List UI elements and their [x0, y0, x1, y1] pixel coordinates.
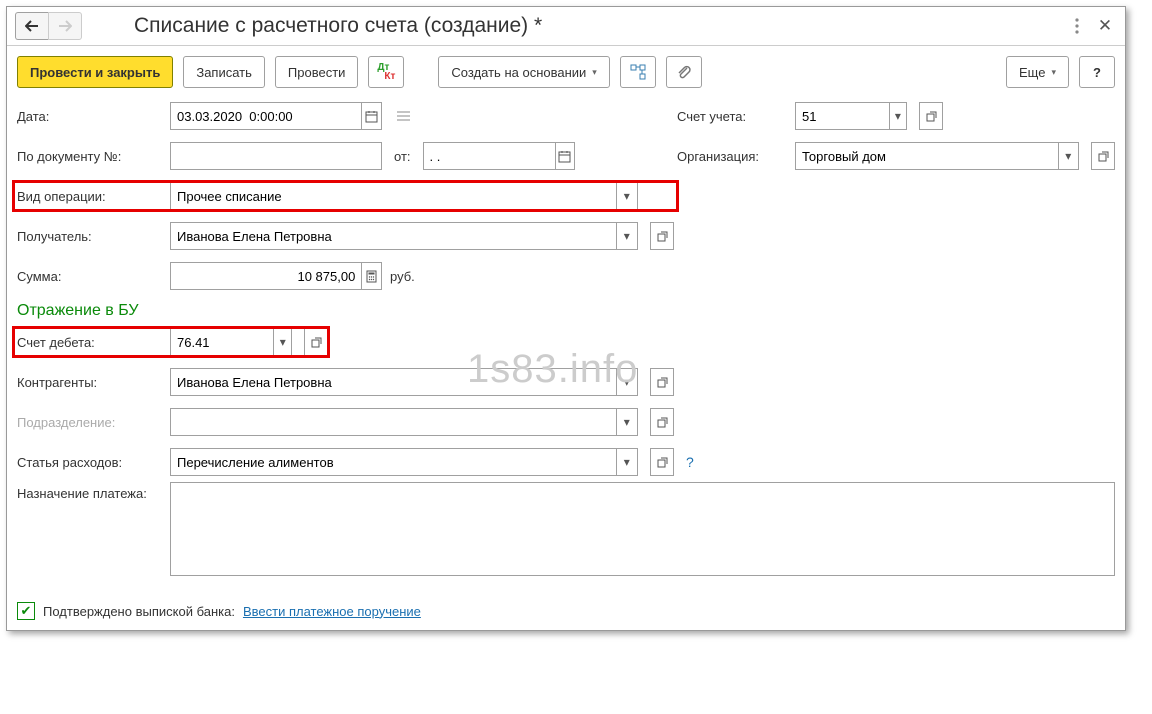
confirmed-checkbox[interactable]: ✔ [17, 602, 35, 620]
create-based-on-button[interactable]: Создать на основании ▾ [438, 56, 609, 88]
docno-from-label: от: [394, 149, 411, 164]
date-input[interactable] [171, 103, 361, 129]
docno-input[interactable] [171, 143, 381, 169]
help-hint-icon[interactable]: ? [686, 454, 694, 470]
dropdown-icon[interactable]: ▾ [616, 183, 637, 209]
dropdown-icon[interactable]: ▾ [889, 103, 906, 129]
docno-date-input[interactable] [424, 143, 555, 169]
debit-input[interactable] [171, 329, 273, 355]
open-icon[interactable] [650, 368, 674, 396]
close-button[interactable]: ✕ [1093, 14, 1117, 38]
nav-back-button[interactable] [15, 12, 48, 40]
enter-payment-order-link[interactable]: Ввести платежное поручение [243, 604, 421, 619]
currency-label: руб. [390, 269, 415, 284]
optype-label: Вид операции: [17, 189, 162, 204]
date-label: Дата: [17, 109, 162, 124]
purpose-label: Назначение платежа: [17, 482, 162, 501]
open-icon[interactable] [919, 102, 943, 130]
dept-input[interactable] [171, 409, 616, 435]
open-icon[interactable] [1091, 142, 1115, 170]
dropdown-icon[interactable]: ▾ [273, 329, 291, 355]
kebab-menu-icon[interactable] [1065, 14, 1089, 38]
cpty-label: Контрагенты: [17, 375, 162, 390]
confirmed-label: Подтверждено выпиской банка: [43, 604, 235, 619]
calendar-icon[interactable] [555, 143, 574, 169]
org-label: Организация: [677, 149, 787, 164]
open-icon[interactable] [650, 408, 674, 436]
account-label: Счет учета: [677, 109, 787, 124]
post-and-close-button[interactable]: Провести и закрыть [17, 56, 173, 88]
window-title: Списание с расчетного счета (создание) * [134, 14, 542, 38]
more-label: Еще [1019, 65, 1045, 80]
cpty-input[interactable] [171, 369, 616, 395]
sum-input[interactable] [171, 263, 361, 289]
dropdown-icon[interactable]: ▾ [616, 369, 637, 395]
purpose-textarea[interactable] [171, 483, 1114, 575]
post-button[interactable]: Провести [275, 56, 359, 88]
docno-label: По документу №: [17, 149, 162, 164]
structure-button[interactable] [620, 56, 656, 88]
payee-label: Получатель: [17, 229, 162, 244]
expense-input[interactable] [171, 449, 616, 475]
dtkt-icon: ДтКт [377, 63, 395, 81]
sum-label: Сумма: [17, 269, 162, 284]
bu-section-header: Отражение в БУ [17, 296, 1115, 322]
save-button[interactable]: Записать [183, 56, 265, 88]
more-button[interactable]: Еще ▾ [1006, 56, 1069, 88]
open-icon[interactable] [650, 448, 674, 476]
help-button[interactable]: ? [1079, 56, 1115, 88]
calculator-icon[interactable] [361, 263, 381, 289]
optype-input[interactable] [171, 183, 616, 209]
open-icon[interactable] [304, 328, 328, 356]
expense-label: Статья расходов: [17, 455, 162, 470]
account-input[interactable] [796, 103, 889, 129]
calendar-icon[interactable] [361, 103, 381, 129]
dropdown-icon[interactable]: ▾ [616, 449, 637, 475]
payee-input[interactable] [171, 223, 616, 249]
dropdown-icon[interactable]: ▾ [616, 409, 637, 435]
chevron-down-icon: ▾ [1051, 67, 1056, 78]
dtkt-button[interactable]: ДтКт [368, 56, 404, 88]
dept-label: Подразделение: [17, 415, 162, 430]
org-input[interactable] [796, 143, 1058, 169]
dropdown-icon[interactable]: ▾ [616, 223, 637, 249]
document-list-icon[interactable] [390, 103, 416, 129]
create-based-label: Создать на основании [451, 65, 586, 80]
attachment-button[interactable] [666, 56, 702, 88]
nav-forward-button[interactable] [48, 12, 82, 40]
debit-label: Счет дебета: [17, 335, 162, 350]
chevron-down-icon: ▾ [592, 67, 597, 78]
open-icon[interactable] [650, 222, 674, 250]
dropdown-icon[interactable]: ▾ [1058, 143, 1078, 169]
